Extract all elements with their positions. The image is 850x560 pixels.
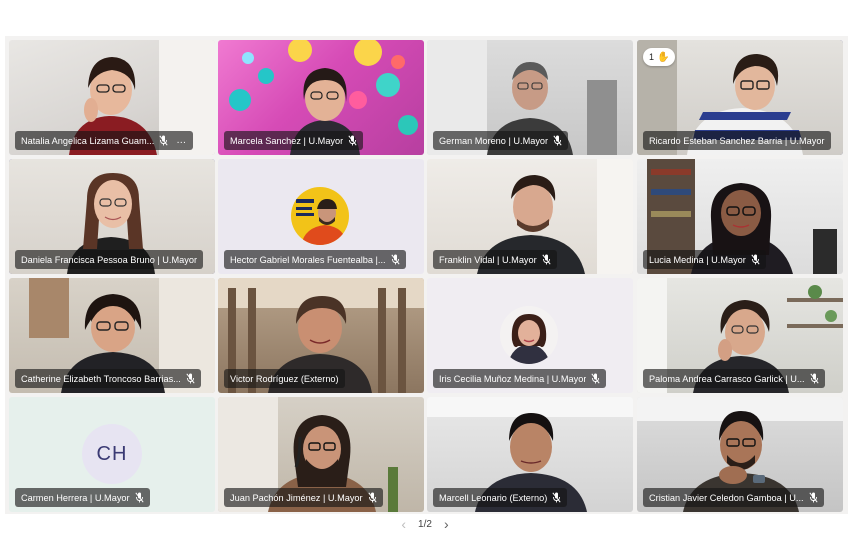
participant-name: Marcell Leonario (Externo) xyxy=(439,492,548,503)
participant-name: Marcela Sanchez | U.Mayor xyxy=(230,135,344,146)
participant-name: Ricardo Esteban Sanchez Barria | U.Mayor xyxy=(649,135,825,146)
participant-nameplate: Cristian Javier Celedon Gamboa | U... xyxy=(643,488,824,507)
participant-tile[interactable]: German Moreno | U.Mayor xyxy=(427,40,633,155)
participant-name: Franklin Vidal | U.Mayor xyxy=(439,254,537,265)
mic-muted-icon xyxy=(348,135,357,146)
participant-nameplate: Paloma Andrea Carrasco Garlick | U... xyxy=(643,369,825,388)
participant-name: Iris Cecilia Muñoz Medina | U.Mayor xyxy=(439,373,587,384)
mic-muted-icon xyxy=(751,254,760,265)
mic-muted-icon xyxy=(808,492,818,503)
participant-name: German Moreno | U.Mayor xyxy=(439,135,549,146)
mic-muted-icon xyxy=(186,373,195,384)
more-options-icon[interactable]: … xyxy=(176,135,187,146)
gallery-pager: ‹ 1/2 › xyxy=(0,515,850,533)
participant-name: Victor Rodríguez (Externo) xyxy=(230,373,339,384)
participant-nameplate: Ricardo Esteban Sanchez Barria | U.Mayor xyxy=(643,131,831,150)
participant-name: Daniela Francisca Pessoa Bruno | U.Mayor xyxy=(21,254,198,265)
participant-gallery: Natalia Angelica Lizama Guam... … Marcel… xyxy=(5,36,848,514)
participant-tile[interactable]: 1 ✋ Ricardo Esteban Sanchez Barria | U.M… xyxy=(637,40,843,155)
participant-name: Hector Gabriel Morales Fuentealba |... xyxy=(230,254,386,265)
participant-name: Cristian Javier Celedon Gamboa | U... xyxy=(649,492,804,503)
participant-tile[interactable]: Iris Cecilia Muñoz Medina | U.Mayor xyxy=(427,278,633,393)
participant-nameplate: Daniela Francisca Pessoa Bruno | U.Mayor xyxy=(15,250,204,269)
page-indicator: 1/2 xyxy=(418,518,432,530)
participant-tile[interactable]: Lucia Medina | U.Mayor xyxy=(637,159,843,274)
mic-muted-icon xyxy=(391,254,400,265)
raised-hand-badge: 1 ✋ xyxy=(643,48,676,66)
chevron-right-icon[interactable]: › xyxy=(444,516,449,532)
participant-nameplate: Iris Cecilia Muñoz Medina | U.Mayor xyxy=(433,369,607,388)
participant-tile[interactable]: Marcela Sanchez | U.Mayor xyxy=(218,40,424,155)
participant-tile[interactable]: Cristian Javier Celedon Gamboa | U... xyxy=(637,397,843,512)
participant-name: Catherine Elizabeth Troncoso Barrias... xyxy=(21,373,181,384)
participant-initials-avatar: CH xyxy=(82,424,142,484)
participant-tile[interactable]: Juan Pachón Jiménez | U.Mayor xyxy=(218,397,424,512)
participant-tile[interactable]: Catherine Elizabeth Troncoso Barrias... xyxy=(9,278,215,393)
mic-muted-icon xyxy=(809,373,819,384)
participant-nameplate: Natalia Angelica Lizama Guam... … xyxy=(15,131,194,150)
participant-nameplate: Franklin Vidal | U.Mayor xyxy=(433,250,557,269)
participant-nameplate: Catherine Elizabeth Troncoso Barrias... xyxy=(15,369,201,388)
participant-nameplate: German Moreno | U.Mayor xyxy=(433,131,569,150)
mic-muted-icon xyxy=(591,373,600,384)
participant-name: Natalia Angelica Lizama Guam... xyxy=(21,135,155,146)
participant-nameplate: Marcela Sanchez | U.Mayor xyxy=(224,131,364,150)
participant-nameplate: Hector Gabriel Morales Fuentealba |... xyxy=(224,250,406,269)
mic-muted-icon xyxy=(134,492,144,503)
participant-nameplate: Victor Rodríguez (Externo) xyxy=(224,369,345,388)
raised-hand-icon: ✋ xyxy=(657,51,670,63)
participant-tile[interactable]: CH Carmen Herrera | U.Mayor xyxy=(9,397,215,512)
participant-name: Juan Pachón Jiménez | U.Mayor xyxy=(230,492,363,503)
participant-name: Carmen Herrera | U.Mayor xyxy=(21,492,130,503)
participant-nameplate: Marcell Leonario (Externo) xyxy=(433,488,568,507)
mic-muted-icon xyxy=(159,135,168,146)
participant-tile[interactable]: Daniela Francisca Pessoa Bruno | U.Mayor xyxy=(9,159,215,274)
participant-tile[interactable]: Franklin Vidal | U.Mayor xyxy=(427,159,633,274)
participant-tile[interactable]: Paloma Andrea Carrasco Garlick | U... xyxy=(637,278,843,393)
participant-tile[interactable]: Victor Rodríguez (Externo) xyxy=(218,278,424,393)
meeting-stage: Natalia Angelica Lizama Guam... … Marcel… xyxy=(0,0,850,560)
participant-tile[interactable]: Hector Gabriel Morales Fuentealba |... xyxy=(218,159,424,274)
participant-tile[interactable]: Marcell Leonario (Externo) xyxy=(427,397,633,512)
mic-muted-icon xyxy=(542,254,551,265)
mic-muted-icon xyxy=(553,135,562,146)
participant-name: Paloma Andrea Carrasco Garlick | U... xyxy=(649,373,805,384)
participant-avatar xyxy=(291,187,349,245)
mic-muted-icon xyxy=(552,492,561,503)
participant-nameplate: Juan Pachón Jiménez | U.Mayor xyxy=(224,488,383,507)
reaction-count: 1 xyxy=(649,52,655,62)
participant-tile[interactable]: Natalia Angelica Lizama Guam... … xyxy=(9,40,215,155)
participant-nameplate: Lucia Medina | U.Mayor xyxy=(643,250,766,269)
chevron-left-icon[interactable]: ‹ xyxy=(401,516,406,532)
participant-nameplate: Carmen Herrera | U.Mayor xyxy=(15,488,150,507)
mic-muted-icon xyxy=(368,492,377,503)
participant-name: Lucia Medina | U.Mayor xyxy=(649,254,746,265)
participant-avatar xyxy=(500,306,558,364)
